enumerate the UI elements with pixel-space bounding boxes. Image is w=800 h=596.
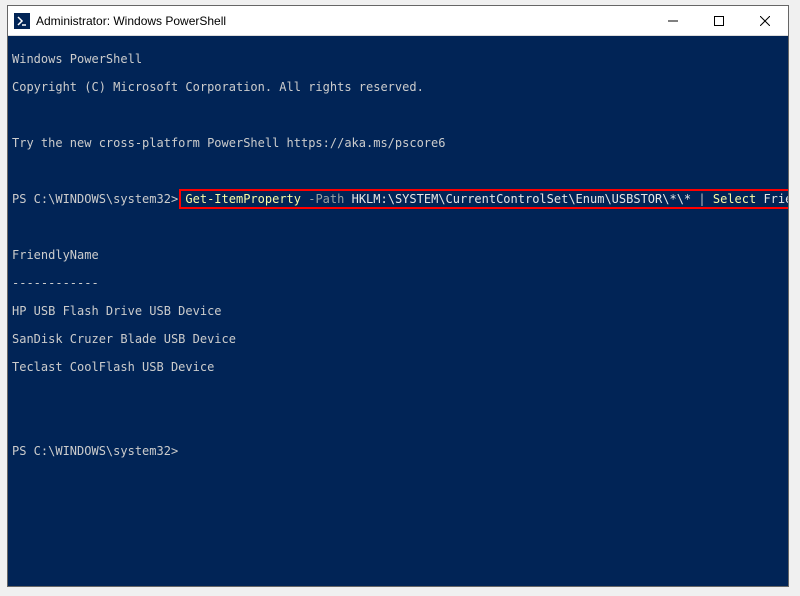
terminal-body[interactable]: Windows PowerShell Copyright (C) Microso… [8,36,788,586]
path-token: HKLM:\SYSTEM\CurrentControlSet\Enum\USBS… [352,192,692,206]
pipe-token: | [698,192,705,206]
prompt: PS C:\WINDOWS\system32> [12,192,178,206]
blank-line [12,108,784,122]
minimize-button[interactable] [650,6,696,35]
blank-line [12,416,784,430]
titlebar[interactable]: Administrator: Windows PowerShell [8,6,788,36]
blank-line [12,220,784,234]
try-line: Try the new cross-platform PowerShell ht… [12,136,784,150]
command: Get-ItemProperty -Path HKLM:\SYSTEM\Curr… [185,192,788,206]
output-rule: ------------ [12,276,784,290]
param-token: -Path [308,192,344,206]
powershell-window: Administrator: Windows PowerShell Window… [7,5,789,587]
cmdlet-token: Select [713,192,756,206]
banner-line: Windows PowerShell [12,52,784,66]
blank-line [12,164,784,178]
banner-line: Copyright (C) Microsoft Corporation. All… [12,80,784,94]
output-row: SanDisk Cruzer Blade USB Device [12,332,784,346]
output-row: HP USB Flash Drive USB Device [12,304,784,318]
prompt: PS C:\WINDOWS\system32> [12,444,178,458]
cmdlet-token: Get-ItemProperty [185,192,301,206]
maximize-button[interactable] [696,6,742,35]
window-controls [650,6,788,35]
close-button[interactable] [742,6,788,35]
blank-line [12,388,784,402]
window-title: Administrator: Windows PowerShell [36,14,650,28]
output-header: FriendlyName [12,248,784,262]
command-line: PS C:\WINDOWS\system32> Get-ItemProperty… [12,192,784,206]
powershell-icon [14,13,30,29]
output-row: Teclast CoolFlash USB Device [12,360,784,374]
prompt-line: PS C:\WINDOWS\system32> [12,444,784,458]
property-token: FriendlyName [763,192,788,206]
